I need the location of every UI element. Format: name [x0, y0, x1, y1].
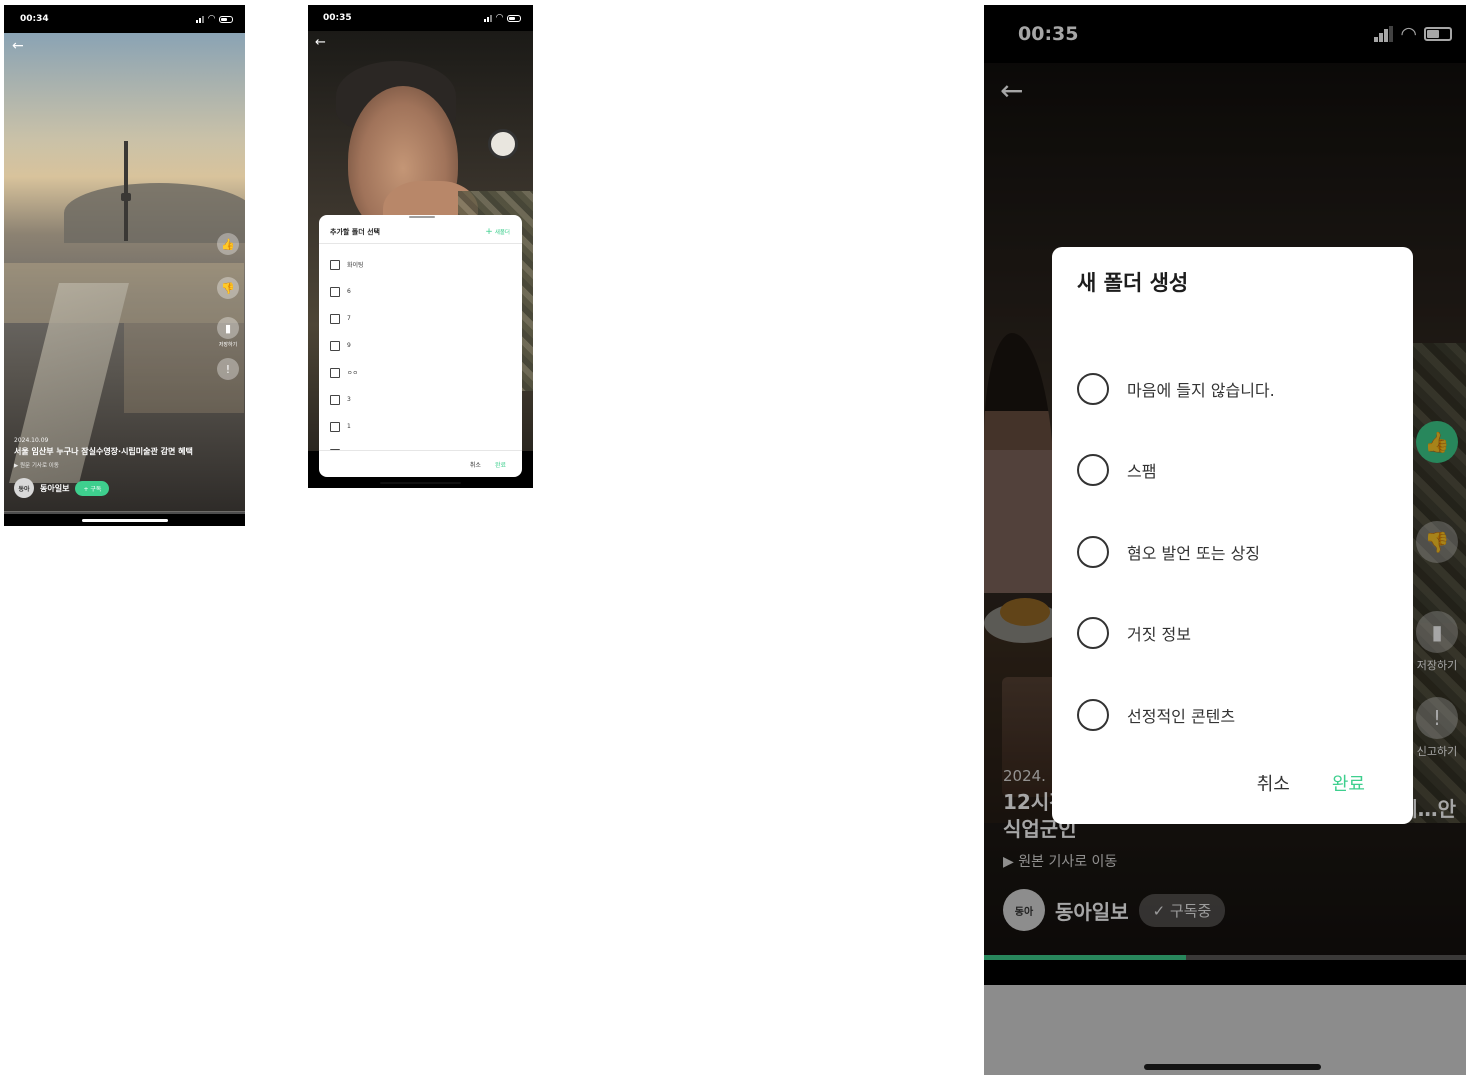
checkbox-icon[interactable] [330, 394, 340, 405]
source-link-label: 원문 기사로 이동 [19, 463, 59, 469]
radio-icon[interactable] [1077, 535, 1109, 568]
done-button[interactable]: 완료 [495, 460, 506, 469]
folder-select-sheet: 추가할 폴더 선택 + 새폴더 화이팅 6 7 9 ㅇㅇ 3 1 안녕 취소 완… [319, 215, 522, 477]
battery-icon [219, 15, 233, 23]
bottom-inset [984, 985, 1466, 1075]
signal-icon [196, 15, 205, 23]
option-item[interactable]: 거짓 정보 [1077, 593, 1393, 675]
save-label: 저장하기 [218, 342, 238, 348]
tower-illustration [124, 141, 128, 241]
radio-icon[interactable] [1077, 454, 1109, 487]
news-headline[interactable]: 서울 임산부 누구나 잠실수영장·시립미술관 감면 혜택 [14, 446, 235, 457]
folder-item[interactable]: 7 [330, 305, 512, 332]
wifi-icon: ◠ [496, 13, 503, 23]
folder-label: 9 [347, 342, 351, 349]
signal-icon [484, 14, 493, 22]
cancel-button[interactable]: 취소 [470, 460, 481, 469]
option-item[interactable]: 선정적인 콘텐츠 [1077, 674, 1393, 756]
new-folder-dialog: 새 폴더 생성 마음에 들지 않습니다. 스팸 혐오 발언 또는 상징 거짓 정… [1052, 247, 1413, 824]
folder-item[interactable]: 9 [330, 332, 512, 359]
folder-label: ㅇㅇ [347, 370, 359, 377]
back-arrow-icon[interactable]: ← [315, 36, 326, 49]
home-indicator[interactable] [1144, 1064, 1321, 1070]
status-bar: 00:34 ◠ [4, 5, 245, 33]
publisher-name[interactable]: 동아일보 [40, 483, 69, 494]
option-label: 선정적인 콘텐츠 [1127, 706, 1236, 726]
folder-label: 1 [347, 423, 351, 430]
new-folder-label: 새폴더 [494, 230, 510, 236]
checkbox-icon[interactable] [330, 286, 340, 297]
phone-screen-news-feed: 00:34 ◠ ← 👍 👎 ▮ 저장하기 ! 2024.10.09 서울 임산부… [4, 5, 245, 526]
dialog-title: 새 폴더 생성 [1077, 271, 1189, 295]
publisher-logo[interactable]: 동아 [14, 478, 34, 498]
option-label: 스팸 [1127, 462, 1157, 482]
divider [319, 243, 522, 244]
sheet-title: 추가할 폴더 선택 [330, 228, 380, 236]
option-item[interactable]: 혐오 발언 또는 상징 [1077, 511, 1393, 593]
news-meta: 2024.10.09 서울 임산부 누구나 잠실수영장·시립미술관 감면 혜택 … [14, 437, 235, 498]
play-icon: ▶ [14, 463, 19, 469]
wifi-icon: ◠ [208, 14, 215, 24]
new-folder-button[interactable]: + 새폴더 [485, 226, 510, 237]
dialog-footer: 취소 완료 [1257, 770, 1365, 796]
thumbs-up-icon[interactable]: 👍 [217, 233, 239, 255]
folder-label: 3 [347, 396, 351, 403]
folder-item[interactable]: 화이팅 [330, 251, 512, 278]
battery-icon [507, 14, 521, 22]
thumbs-down-icon[interactable]: 👎 [217, 277, 239, 299]
radio-icon[interactable] [1077, 372, 1109, 405]
folder-label: 6 [347, 288, 351, 295]
folder-item[interactable]: 1 [330, 413, 512, 440]
option-item[interactable]: 마음에 들지 않습니다. [1077, 348, 1393, 430]
status-bar: 00:35 ◠ [308, 5, 533, 31]
option-label: 혐오 발언 또는 상징 [1127, 543, 1261, 563]
option-label: 마음에 들지 않습니다. [1127, 380, 1275, 400]
bookmark-icon[interactable]: ▮ [217, 317, 239, 339]
folder-item[interactable]: ㅇㅇ [330, 359, 512, 386]
video-progress-bar[interactable] [4, 511, 245, 514]
option-label: 거짓 정보 [1127, 625, 1191, 645]
home-indicator[interactable] [82, 519, 168, 522]
home-indicator[interactable] [380, 482, 461, 484]
radio-icon[interactable] [1077, 698, 1109, 731]
radio-icon[interactable] [1077, 617, 1109, 650]
checkbox-icon[interactable] [330, 421, 340, 432]
clock-illustration [488, 129, 518, 159]
folder-item[interactable]: 안녕 [330, 440, 512, 450]
checkbox-icon[interactable] [330, 340, 340, 351]
news-date: 2024.10.09 [14, 437, 49, 444]
checkbox-icon[interactable] [330, 259, 340, 270]
back-arrow-icon[interactable]: ← [12, 39, 24, 53]
subscribe-button[interactable]: + 구독 [75, 480, 110, 496]
status-time: 00:35 [323, 13, 352, 23]
folder-label: 화이팅 [347, 262, 364, 269]
cancel-button[interactable]: 취소 [1257, 770, 1290, 796]
option-item[interactable]: 스팸 [1077, 430, 1393, 512]
folder-label: 7 [347, 315, 351, 322]
report-icon[interactable]: ! [217, 358, 239, 380]
phone-screen-report-dialog: ← 00:35 ◠ 👍 👎 ▮ 저장하기 ! 신고하기 2024. 1 12시간… [984, 5, 1466, 1075]
status-time: 00:34 [20, 14, 49, 24]
plus-icon: + [485, 226, 493, 237]
action-rail: 👍 👎 ▮ 저장하기 ! [217, 233, 239, 380]
folder-list[interactable]: 화이팅 6 7 9 ㅇㅇ 3 1 안녕 [330, 251, 512, 450]
checkbox-icon[interactable] [330, 367, 340, 378]
folder-item[interactable]: 3 [330, 386, 512, 413]
sheet-footer: 취소 완료 [319, 450, 522, 477]
phone-screen-folder-select: 00:35 ◠ ← 추가할 폴더 선택 + 새폴더 화이팅 6 7 9 ㅇㅇ 3… [308, 5, 533, 488]
checkbox-icon[interactable] [330, 313, 340, 324]
sheet-grabber[interactable] [409, 216, 435, 218]
done-button[interactable]: 완료 [1332, 770, 1365, 796]
report-options: 마음에 들지 않습니다. 스팸 혐오 발언 또는 상징 거짓 정보 선정적인 콘… [1077, 348, 1393, 756]
source-link[interactable]: ▶ 원문 기사로 이동 [14, 461, 235, 469]
folder-item[interactable]: 6 [330, 278, 512, 305]
